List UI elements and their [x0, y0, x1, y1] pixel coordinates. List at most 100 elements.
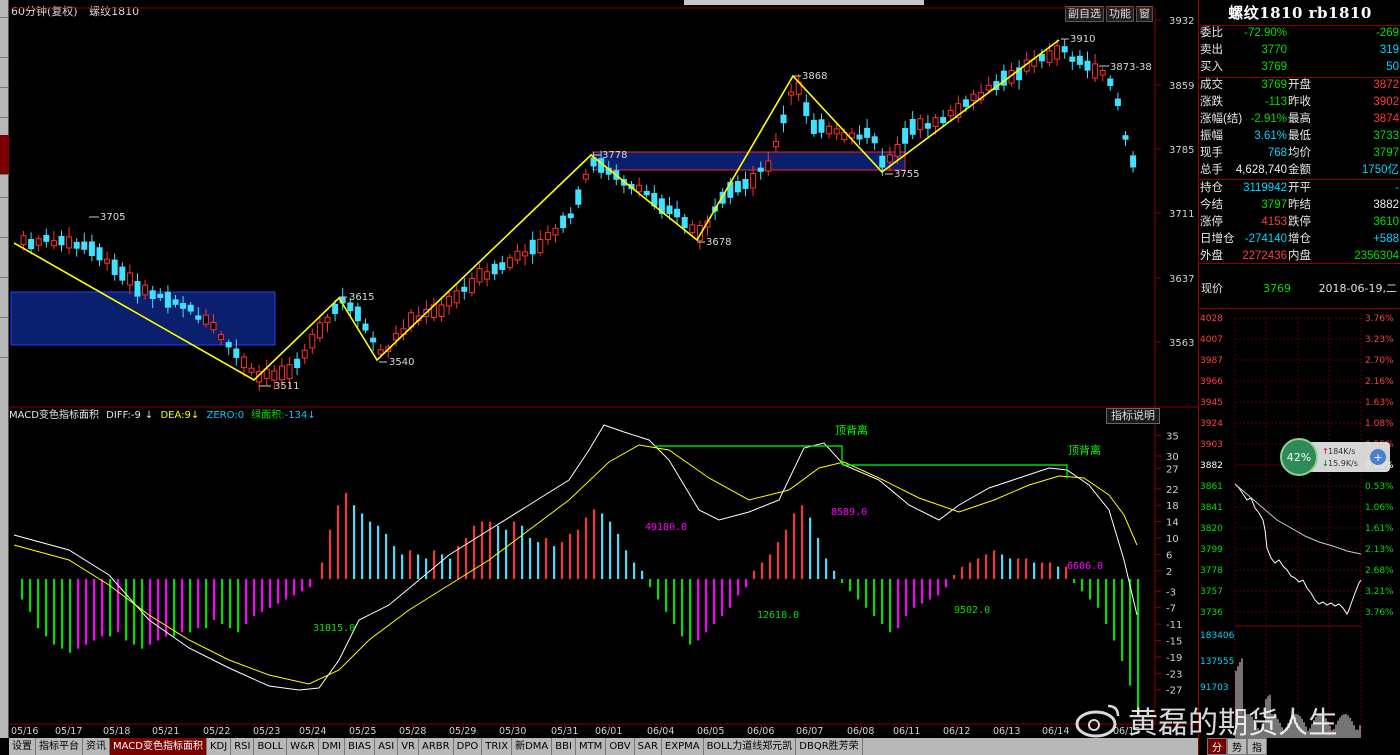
indicator-tab[interactable]: 指标平台 — [36, 738, 83, 755]
macd-axis-label: 35 — [1166, 432, 1179, 443]
candle-body — [157, 293, 164, 298]
mini-price-label: 3987 — [1200, 356, 1223, 366]
candle-body — [461, 286, 468, 292]
candle-body — [362, 323, 369, 331]
candle-body — [81, 241, 88, 250]
macd-axis-label: 10 — [1166, 534, 1179, 545]
mini-pct-label: 3.76% — [1365, 314, 1394, 324]
indicator-tab[interactable]: DBQR胜芳荣 — [796, 738, 863, 755]
macd-bar — [713, 579, 716, 625]
macd-bar — [77, 579, 80, 649]
candle-body — [985, 84, 992, 91]
indicator-tab[interactable]: 新DMA — [512, 738, 553, 755]
macd-bar — [953, 574, 956, 579]
indicator-tab[interactable]: RSI — [231, 738, 255, 755]
indicator-tab[interactable]: BOLL — [254, 738, 288, 755]
network-speed-badge[interactable]: 42% 184K/s 15.9K/s ↑ ↓ + — [1280, 438, 1392, 476]
macd-bar — [633, 562, 636, 579]
indicator-tab[interactable]: MACD变色指标面积 — [110, 738, 207, 755]
indicator-tab[interactable]: BOLL力道线郑元凯 — [704, 738, 797, 755]
candle-body — [803, 102, 810, 117]
macd-bar — [457, 546, 460, 579]
macd-bar — [1017, 558, 1020, 579]
mini-pct-label: 3.76% — [1365, 608, 1394, 618]
indicator-tab[interactable]: W&R — [287, 738, 319, 755]
macd-bar — [945, 579, 948, 588]
candle-body — [195, 315, 202, 320]
indicator-tab[interactable]: DPO — [454, 738, 483, 755]
quote-row: 振幅 3.61% 最低 3733 — [1199, 128, 1400, 145]
indicator-tab[interactable]: BIAS — [345, 738, 376, 755]
macd-bar — [1129, 579, 1132, 686]
area-value: 8589.0 — [831, 507, 867, 518]
macd-bar — [61, 579, 64, 649]
candle-body — [879, 155, 886, 168]
macd-bar — [593, 509, 596, 579]
mini-price-label: 3778 — [1200, 566, 1223, 576]
quote-value: 768 — [1267, 147, 1287, 159]
candle-body — [529, 239, 536, 255]
candle-body — [248, 367, 255, 373]
candle-body — [392, 332, 399, 341]
macd-bar — [261, 579, 264, 612]
macd-bar — [125, 579, 128, 641]
indicator-tab[interactable]: KDJ — [207, 738, 232, 755]
candle-body — [902, 127, 909, 144]
kline-macd-chart[interactable]: 3705 3511 3615 3540 3778 3678 3868 3755 … — [9, 0, 1198, 738]
indicator-tab[interactable]: 设置 — [9, 738, 36, 755]
macd-bar — [657, 579, 660, 600]
indicator-tab[interactable]: DMI — [319, 738, 346, 755]
quote-value: -269 — [1375, 27, 1399, 39]
indicator-tab[interactable]: TRIX — [482, 738, 513, 755]
candle-body — [750, 173, 757, 189]
quote-title: 螺纹1810 rb1810 — [1228, 4, 1372, 22]
macd-bar — [321, 562, 324, 579]
area-value: 9502.0 — [954, 605, 990, 616]
indicator-tab[interactable]: EXPMA — [662, 738, 704, 755]
macd-bar — [329, 529, 332, 579]
indicator-tab[interactable]: VR — [398, 738, 420, 755]
candle-body — [218, 334, 225, 341]
left-side-tabs[interactable] — [0, 0, 9, 738]
index-help-button[interactable]: 指标说明 — [1106, 408, 1160, 424]
macd-bar — [553, 546, 556, 579]
mini-price-label: 3799 — [1200, 545, 1223, 555]
macd-bar — [625, 550, 628, 579]
candle-body — [202, 314, 209, 325]
candle-body — [772, 141, 779, 148]
quote-value: 3769 — [1261, 79, 1287, 91]
watermark-text: 黄磊的期货人生 — [1128, 706, 1338, 741]
quote-label: 涨跌 — [1200, 96, 1223, 108]
mini-price-label: 3757 — [1200, 587, 1223, 597]
candle-body — [332, 303, 339, 315]
candle-body — [833, 128, 840, 135]
macd-bar — [1025, 558, 1028, 579]
indicator-tab[interactable]: MTM — [576, 738, 607, 755]
macd-bar — [473, 525, 476, 579]
candle-body — [210, 321, 217, 331]
candle-body — [1099, 69, 1106, 76]
macd-bar — [825, 558, 828, 579]
indicator-tab[interactable]: BBI — [552, 738, 576, 755]
mini-pct-label: 3.21% — [1365, 587, 1394, 597]
quote-row: 总手 4,628,740 金额 1750亿 — [1199, 162, 1400, 179]
quote-label: 总手 — [1200, 164, 1223, 176]
indicator-tab[interactable]: SAR — [635, 738, 662, 755]
macd-bar — [985, 554, 988, 579]
macd-bar — [689, 579, 692, 645]
mini-price-label: 3903 — [1200, 440, 1223, 450]
macd-bar — [769, 554, 772, 579]
macd-bar — [705, 579, 708, 633]
quote-label: 成交 — [1200, 79, 1223, 91]
quote-row: 今结 3797 昨结 3882 — [1199, 197, 1400, 214]
indicator-tab[interactable]: OBV — [606, 738, 635, 755]
indicator-tab[interactable]: ASI — [375, 738, 399, 755]
macd-bar — [665, 579, 668, 612]
macd-bar — [937, 579, 940, 596]
mini-price-label: 3966 — [1200, 377, 1223, 387]
candle-body — [126, 272, 133, 286]
intraday-mini-chart[interactable]: 4028 4007 3987 3966 3945 3924 3903 3882 3861 3841… — [1199, 308, 1400, 755]
candle-body — [58, 235, 65, 246]
indicator-tab[interactable]: 资讯 — [83, 738, 110, 755]
indicator-tab[interactable]: ARBR — [419, 738, 454, 755]
